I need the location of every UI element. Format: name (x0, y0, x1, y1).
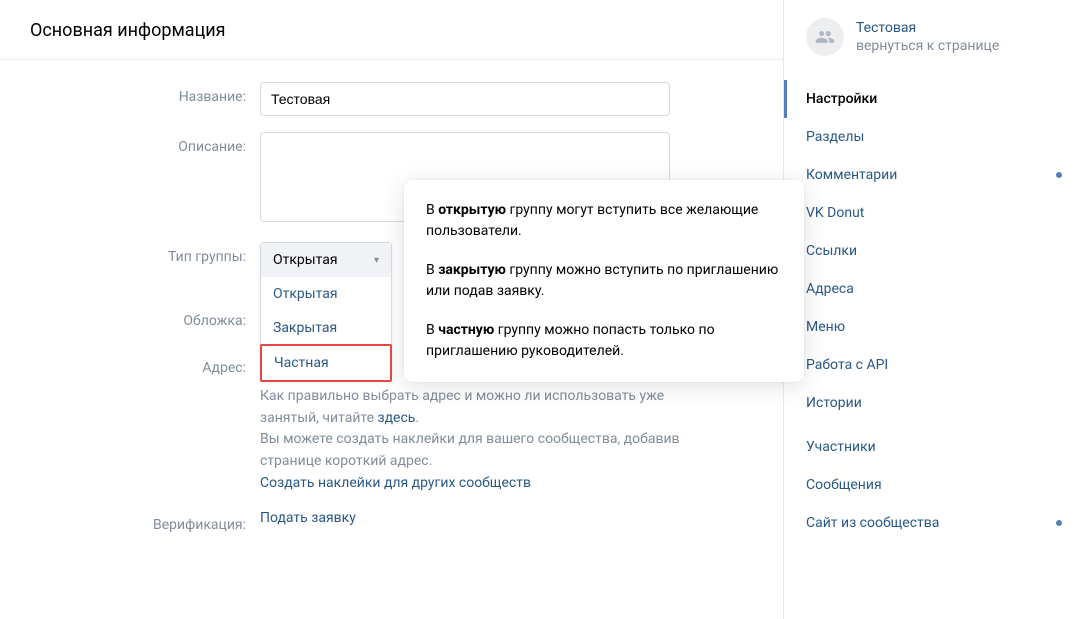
help-link-here[interactable]: здесь (378, 410, 416, 426)
row-help: Как правильно выбрать адрес и можно ли и… (30, 386, 753, 494)
nav-stories[interactable]: Истории (784, 384, 1084, 422)
people-icon (815, 27, 835, 47)
label-verification: Верификация: (30, 510, 260, 533)
notification-dot (1056, 520, 1062, 526)
nav-item-label: Комментарии (806, 167, 897, 183)
group-name: Тестовая (856, 20, 999, 36)
name-input[interactable] (260, 82, 670, 116)
nav-item-label: Участники (806, 439, 876, 455)
verification-link[interactable]: Подать заявку (260, 510, 356, 526)
sidebar: Тестовая вернуться к странице Настройки … (784, 0, 1084, 619)
label-name: Название: (30, 82, 260, 105)
dropdown-option-private[interactable]: Частная (260, 344, 392, 382)
nav-api[interactable]: Работа с API (784, 346, 1084, 384)
nav-vk-donut[interactable]: VK Donut (784, 194, 1084, 232)
nav-item-label: Ссылки (806, 243, 857, 259)
nav-menu[interactable]: Меню (784, 308, 1084, 346)
nav-item-label: Работа с API (806, 357, 888, 373)
nav-item-label: VK Donut (806, 205, 864, 221)
nav-site-from-community[interactable]: Сайт из сообщества (784, 504, 1084, 542)
help-text: Как правильно выбрать адрес и можно ли и… (260, 386, 690, 494)
dropdown-selected[interactable]: Открытая ▾ (261, 243, 391, 277)
row-verification: Верификация: Подать заявку (30, 510, 753, 533)
nav-comments[interactable]: Комментарии (784, 156, 1084, 194)
sidebar-nav: Настройки Разделы Комментарии VK Donut С… (784, 80, 1084, 542)
nav-messages[interactable]: Сообщения (784, 466, 1084, 504)
nav-item-label: Адреса (806, 281, 854, 297)
nav-addresses[interactable]: Адреса (784, 270, 1084, 308)
row-name: Название: (30, 82, 753, 116)
main-content: Основная информация Название: Описание: … (0, 0, 784, 619)
nav-links[interactable]: Ссылки (784, 232, 1084, 270)
nav-item-label: Сообщения (806, 477, 882, 493)
dropdown-selected-label: Открытая (273, 252, 338, 268)
page-title: Основная информация (0, 0, 783, 60)
type-dropdown[interactable]: Открытая ▾ Открытая Закрытая Частная (260, 242, 392, 382)
label-address: Адрес: (30, 353, 260, 376)
nav-item-label: Меню (806, 319, 845, 335)
notification-dot (1056, 172, 1062, 178)
nav-item-label: Настройки (806, 91, 877, 107)
nav-item-label: Разделы (806, 129, 864, 145)
dropdown-option-open[interactable]: Открытая (261, 277, 391, 311)
back-text: вернуться к странице (856, 38, 999, 54)
chevron-down-icon: ▾ (374, 255, 379, 266)
dropdown-option-closed[interactable]: Закрытая (261, 311, 391, 345)
label-cover: Обложка: (30, 306, 260, 329)
nav-item-label: Сайт из сообщества (806, 515, 939, 531)
label-description: Описание: (30, 132, 260, 155)
nav-item-label: Истории (806, 395, 862, 411)
stickers-link[interactable]: Создать наклейки для других сообществ (260, 475, 531, 491)
back-to-page[interactable]: Тестовая вернуться к странице (784, 0, 1084, 74)
type-tooltip: В открытую группу могут вступить все жел… (404, 180, 804, 382)
nav-members[interactable]: Участники (784, 428, 1084, 466)
label-type: Тип группы: (30, 242, 260, 265)
nav-sections[interactable]: Разделы (784, 118, 1084, 156)
nav-settings[interactable]: Настройки (784, 80, 1084, 118)
group-avatar (806, 18, 844, 56)
